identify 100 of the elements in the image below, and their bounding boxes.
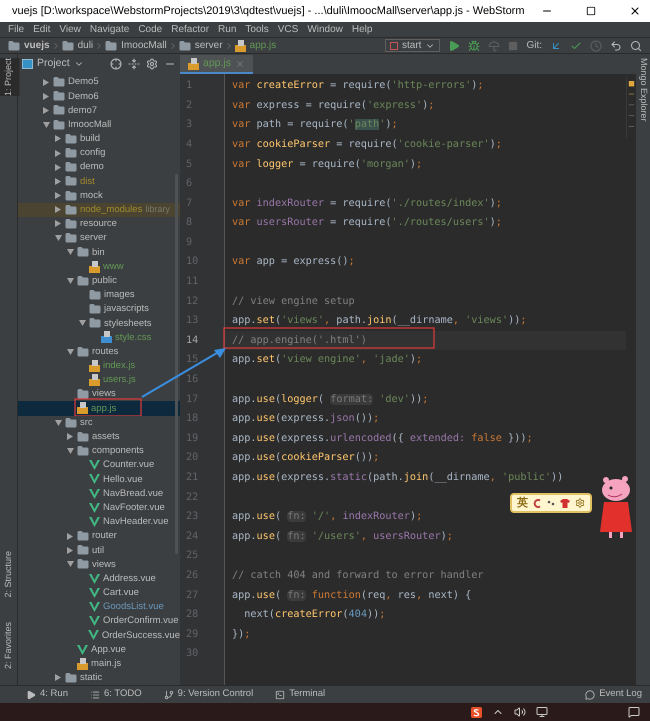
tool-window-button[interactable]: 6: TODO <box>90 687 142 702</box>
locate-icon[interactable] <box>110 58 122 70</box>
side-tab[interactable]: 1: Project <box>0 58 20 96</box>
menu-item[interactable]: Edit <box>33 22 50 37</box>
network-icon[interactable] <box>536 706 548 718</box>
run-config-dropdown[interactable]: start <box>384 39 440 52</box>
tree-item[interactable]: mock <box>18 188 180 203</box>
tree-item[interactable]: static <box>18 670 180 685</box>
notification-icon[interactable] <box>628 706 640 718</box>
tree-item[interactable]: ImoocMall <box>18 118 180 132</box>
expanded-arrow-icon[interactable] <box>42 122 50 128</box>
vue-file-icon <box>77 644 88 655</box>
tree-item[interactable]: routes <box>18 344 180 359</box>
expanded-arrow-icon[interactable] <box>66 249 74 256</box>
tree-item[interactable]: node_modules library <box>18 202 180 217</box>
collapsed-arrow-icon[interactable] <box>55 674 61 682</box>
debug-icon[interactable] <box>468 40 480 52</box>
tree-item[interactable]: www <box>18 259 180 274</box>
menu-item[interactable]: Refactor <box>171 22 210 37</box>
menu-item[interactable]: VCS <box>278 22 298 37</box>
collapse-icon[interactable] <box>128 58 140 70</box>
folder-icon <box>178 40 191 52</box>
tree-item[interactable]: GoodsList.vue <box>18 600 180 614</box>
tree-item[interactable]: Address.vue <box>18 572 180 586</box>
tree-item[interactable]: main.js <box>18 656 180 671</box>
panel-title[interactable]: Project <box>37 56 70 72</box>
tree-item[interactable]: app.js <box>18 401 180 416</box>
tree-item[interactable]: config <box>18 146 180 160</box>
side-tab[interactable]: 2: Structure <box>0 551 20 598</box>
menu-item[interactable]: View <box>59 22 81 37</box>
tool-window-button[interactable]: 9: Version Control <box>164 687 254 702</box>
tree-item[interactable]: Hello.vue <box>18 472 180 486</box>
tree-item[interactable]: Demo5 <box>18 75 180 90</box>
revert-icon[interactable] <box>610 40 622 52</box>
expanded-arrow-icon[interactable] <box>66 561 74 568</box>
menu-item[interactable]: Navigate <box>90 22 130 37</box>
tool-window-button[interactable]: 4: Run <box>26 687 68 702</box>
run-icon[interactable] <box>448 40 460 52</box>
tree-item[interactable]: components <box>18 444 180 458</box>
breadcrumb[interactable]: app.js <box>250 38 276 53</box>
tree-item[interactable]: NavFooter.vue <box>18 500 180 515</box>
tree-item[interactable]: src <box>18 416 180 430</box>
tree-item[interactable]: resource <box>18 216 180 232</box>
tree-item[interactable]: build <box>18 132 180 146</box>
tree-item[interactable]: views <box>18 387 180 402</box>
tree-item[interactable]: Demo6 <box>18 89 180 104</box>
expanded-arrow-icon[interactable] <box>66 348 74 355</box>
tree-item[interactable]: NavHeader.vue <box>18 514 180 529</box>
expanded-arrow-icon[interactable] <box>78 320 86 326</box>
expanded-arrow-icon[interactable] <box>66 278 74 284</box>
menu-item[interactable]: Window <box>307 22 343 37</box>
tree-item[interactable]: util <box>18 543 180 558</box>
search-icon[interactable] <box>630 40 642 52</box>
breadcrumb[interactable]: vuejs <box>24 38 50 53</box>
tree-item[interactable]: views <box>18 557 180 572</box>
menu-item[interactable]: Help <box>352 22 372 37</box>
commit-check-icon[interactable] <box>570 40 582 52</box>
tree-item[interactable]: dist <box>18 174 180 188</box>
tree-item[interactable]: OrderSuccess.vue <box>18 628 180 642</box>
settings-icon[interactable] <box>146 58 158 70</box>
ime-toolbar: 英 <box>510 493 592 513</box>
tree-item[interactable]: App.vue <box>18 642 180 657</box>
tree-item[interactable]: demo <box>18 160 180 174</box>
tree-item[interactable]: public <box>18 274 180 288</box>
tree-item[interactable]: index.js <box>18 358 180 373</box>
breadcrumb[interactable]: ImoocMall <box>121 38 167 53</box>
expanded-arrow-icon[interactable] <box>66 448 74 454</box>
tree-item[interactable]: router <box>18 529 180 544</box>
vue-file-icon <box>89 616 100 626</box>
tree-item[interactable]: style.css <box>18 330 180 345</box>
breadcrumb[interactable]: duli <box>78 38 94 53</box>
close-icon <box>628 5 641 17</box>
tree-item[interactable]: javascripts <box>18 302 180 316</box>
side-tab[interactable]: 2: Favorites <box>0 622 20 669</box>
tree-item[interactable]: OrderConfirm.vue <box>18 614 180 628</box>
side-tab[interactable]: Mongo Explorer <box>632 58 650 122</box>
menu-item[interactable]: File <box>8 22 24 37</box>
menu-item[interactable]: Run <box>218 22 236 37</box>
tree-item[interactable]: NavBread.vue <box>18 486 180 501</box>
tree-item[interactable]: images <box>18 288 180 302</box>
tree-item[interactable]: demo7 <box>18 103 180 118</box>
menu-item[interactable]: Tools <box>245 22 269 37</box>
folder-icon <box>77 544 89 556</box>
input-method-icon[interactable] <box>471 706 482 718</box>
expanded-arrow-icon[interactable] <box>54 420 62 426</box>
tree-item[interactable]: server <box>18 231 180 246</box>
collapsed-arrow-icon[interactable] <box>67 433 73 440</box>
tree-item[interactable]: stylesheets <box>18 316 180 330</box>
tool-window-button[interactable]: Terminal <box>275 687 326 702</box>
breadcrumb[interactable]: server <box>194 38 223 53</box>
tree-item[interactable]: bin <box>18 245 180 260</box>
speaker-icon[interactable] <box>514 706 526 718</box>
event-log-button[interactable]: Event Log <box>585 687 642 702</box>
menu-item[interactable]: Code <box>138 22 162 37</box>
code-line: // view engine setup <box>232 294 355 309</box>
tree-item[interactable]: assets <box>18 430 180 444</box>
tree-item[interactable]: Cart.vue <box>18 586 180 600</box>
tree-item[interactable]: users.js <box>18 372 180 388</box>
expanded-arrow-icon[interactable] <box>54 235 62 242</box>
tree-item[interactable]: Counter.vue <box>18 458 180 472</box>
